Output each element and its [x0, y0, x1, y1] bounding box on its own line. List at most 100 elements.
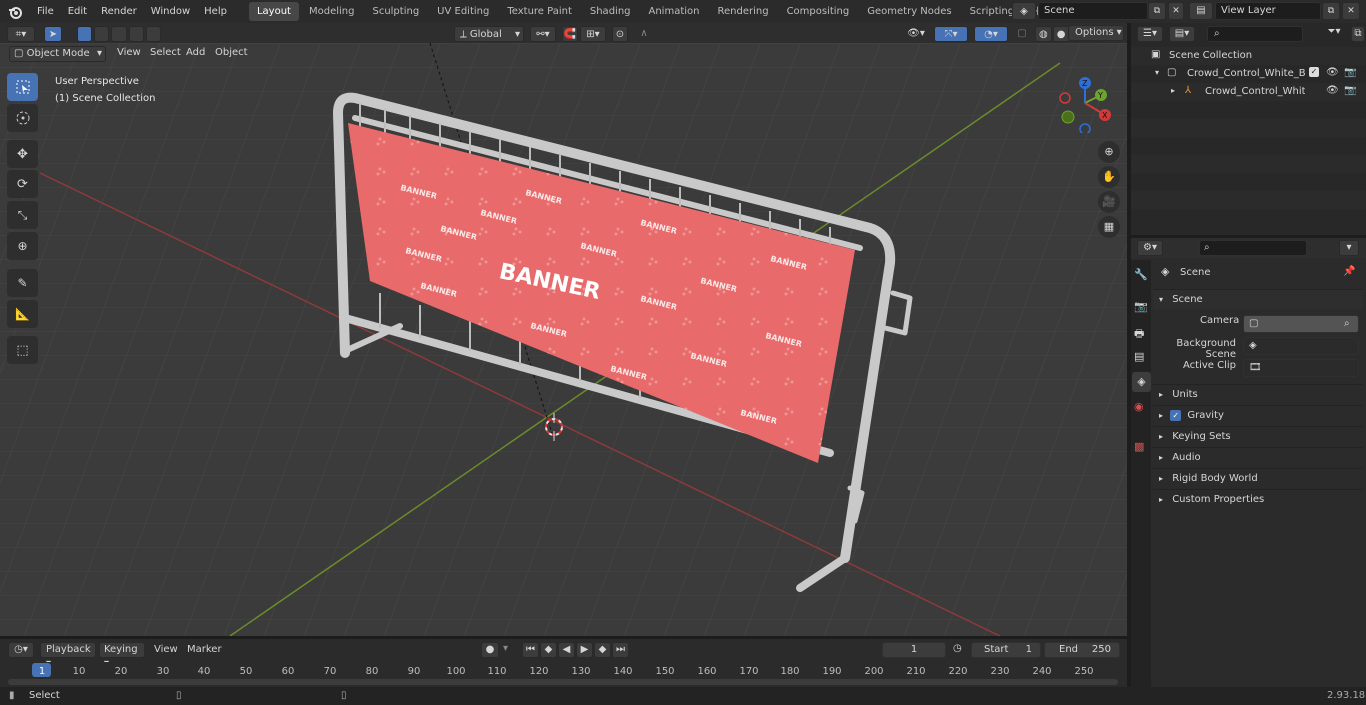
select-tool-icon[interactable]: ➤ — [44, 26, 62, 42]
camera-field[interactable]: ▢ ⌕ — [1243, 315, 1359, 333]
annotate-tool-icon[interactable]: ✎ — [7, 269, 38, 297]
output-tab-icon[interactable]: 🖶 — [1134, 325, 1144, 344]
play-reverse-icon[interactable]: ◀ — [558, 642, 575, 658]
scene-icon[interactable]: ◈ — [1012, 2, 1036, 20]
next-keyframe-icon[interactable]: ◆ — [594, 642, 611, 658]
object-mode-dropdown[interactable]: ▢ Object Mode ▾ — [9, 46, 106, 62]
texture-tab-icon[interactable]: ▩ — [1134, 440, 1144, 453]
tab-modeling[interactable]: Modeling — [301, 2, 363, 21]
render-tab-icon[interactable]: 📷 — [1134, 300, 1148, 313]
falloff-icon[interactable]: ∧ — [632, 26, 656, 42]
playback-dropdown[interactable]: Playback ▾ — [40, 642, 96, 669]
custom-properties-panel-header[interactable]: ▸ Custom Properties — [1153, 489, 1363, 509]
properties-options-icon[interactable]: ▾ — [1339, 240, 1359, 256]
proportional-edit-icon[interactable]: ⊙ — [612, 26, 628, 42]
options-dropdown[interactable]: Options ▾ — [1068, 25, 1124, 41]
select-box-tool-icon[interactable] — [7, 73, 38, 101]
transform-tool-icon[interactable]: ⊕ — [7, 232, 38, 260]
menu-file[interactable]: File — [30, 0, 61, 23]
filter-icon[interactable]: ⏷▾ — [1321, 26, 1347, 42]
snap-toggle-icon[interactable]: 🧲 — [562, 26, 578, 42]
include-checkbox-icon[interactable]: ✓ — [1309, 67, 1319, 77]
view-layer-tab-icon[interactable]: ▤ — [1134, 350, 1144, 363]
tab-texture-paint[interactable]: Texture Paint — [499, 2, 580, 21]
units-panel-header[interactable]: ▸ Units — [1153, 384, 1363, 404]
camera-render-icon[interactable]: 📷 — [1344, 85, 1356, 96]
rigid-body-world-panel-header[interactable]: ▸ Rigid Body World — [1153, 468, 1363, 488]
add-cube-tool-icon[interactable]: ⬚ — [7, 336, 38, 364]
transform-orientation-dropdown[interactable]: ⟂ Global ▾ — [454, 26, 524, 42]
select-extend-icon[interactable] — [94, 26, 110, 42]
measure-tool-icon[interactable]: 📐 — [7, 300, 38, 328]
pivot-point-icon[interactable]: ⚯▾ — [530, 26, 556, 42]
eyedropper-icon[interactable]: ⌕ — [1344, 318, 1350, 329]
close-scene-icon[interactable]: ✕ — [1168, 2, 1184, 20]
visibility-icon[interactable]: 👁▾ — [903, 26, 929, 42]
overlays-toggle-icon[interactable]: ◔▾ — [974, 26, 1008, 42]
tab-sculpting[interactable]: Sculpting — [364, 2, 427, 21]
menu-add[interactable]: Add — [186, 47, 205, 58]
pan-hand-icon[interactable]: ✋ — [1098, 166, 1120, 188]
outliner-row[interactable]: ▸ ⅄ Crowd_Control_White_Ba 👁 📷 — [1131, 83, 1366, 101]
ortho-toggle-icon[interactable]: ▦ — [1098, 216, 1120, 238]
rotate-tool-icon[interactable]: ⟳ — [7, 170, 38, 198]
active-clip-field[interactable]: 🎞 — [1243, 359, 1359, 377]
menu-select[interactable]: Select — [150, 47, 181, 58]
scene-panel-header[interactable]: ▾ Scene — [1153, 289, 1363, 309]
start-frame-field[interactable]: Start 1 — [971, 642, 1041, 658]
menu-window[interactable]: Window — [144, 0, 197, 23]
tool-tab-icon[interactable]: 🔧 — [1134, 268, 1148, 281]
view-layer-field[interactable]: View Layer — [1215, 2, 1321, 20]
timeline-menu-view[interactable]: View — [154, 644, 178, 655]
scene-name-field[interactable]: Scene — [1038, 2, 1148, 20]
outliner-editor-icon[interactable]: ☰▾ — [1137, 26, 1163, 42]
record-icon[interactable]: ● — [481, 642, 499, 658]
properties-search-input[interactable]: ⌕ — [1199, 240, 1307, 256]
scale-tool-icon[interactable]: ⤡ — [7, 201, 38, 229]
editor-type-icon[interactable]: ⌗▾ — [7, 26, 35, 42]
menu-view[interactable]: View — [117, 47, 141, 58]
outliner-root-row[interactable]: ▣ Scene Collection — [1131, 47, 1366, 65]
menu-help[interactable]: Help — [197, 0, 234, 23]
eye-icon[interactable]: 👁 — [1326, 85, 1339, 96]
new-collection-icon[interactable]: ⧉ — [1351, 26, 1365, 42]
camera-render-icon[interactable]: 📷 — [1344, 67, 1356, 78]
current-frame-field[interactable]: 1 — [882, 642, 946, 658]
tab-rendering[interactable]: Rendering — [709, 2, 776, 21]
select-subtract-icon[interactable] — [111, 26, 127, 42]
blender-logo-icon[interactable] — [0, 0, 30, 23]
tab-animation[interactable]: Animation — [641, 2, 708, 21]
eye-icon[interactable]: 👁 — [1326, 67, 1339, 78]
play-icon[interactable]: ▶ — [576, 642, 593, 658]
timeline-editor-icon[interactable]: ◷▾ — [8, 642, 34, 658]
clock-icon[interactable]: ◷ — [953, 643, 962, 654]
jump-end-icon[interactable]: ⏭ — [612, 642, 629, 658]
gizmo-toggle-icon[interactable]: ⤧▾ — [934, 26, 968, 42]
outliner-row[interactable]: ▾ ▢ Crowd_Control_White_Barrica ✓ 👁 📷 — [1131, 65, 1366, 83]
pin-icon[interactable]: 📌 — [1343, 266, 1355, 277]
expand-arrow-icon[interactable]: ▸ — [1171, 86, 1175, 95]
select-invert-icon[interactable] — [128, 26, 144, 42]
cursor-tool-icon[interactable] — [7, 104, 38, 132]
3d-viewport[interactable]: BANNER BANNER BANNER BANNER BANNER BANNE… — [0, 43, 1127, 636]
close-view-layer-icon[interactable]: ✕ — [1342, 2, 1360, 20]
tab-layout[interactable]: Layout — [248, 2, 299, 21]
timeline-scrollbar[interactable] — [8, 679, 1118, 685]
autokey-options-icon[interactable]: ▾ — [503, 643, 508, 654]
zoom-icon[interactable]: ⊕ — [1098, 141, 1120, 163]
new-view-layer-icon[interactable]: ⧉ — [1322, 2, 1340, 20]
camera-view-icon[interactable]: 🎥 — [1098, 191, 1120, 213]
gravity-panel-header[interactable]: ▸ ✓ Gravity — [1153, 405, 1363, 425]
timeline-menu-marker[interactable]: Marker — [187, 644, 222, 655]
keying-sets-panel-header[interactable]: ▸ Keying Sets — [1153, 426, 1363, 446]
menu-render[interactable]: Render — [94, 0, 144, 23]
background-scene-field[interactable]: ◈ — [1243, 337, 1359, 355]
tab-uv-editing[interactable]: UV Editing — [429, 2, 497, 21]
end-frame-field[interactable]: End 250 — [1044, 642, 1120, 658]
keying-dropdown[interactable]: Keying ▾ — [99, 642, 145, 669]
xray-icon[interactable]: ▢ — [1015, 26, 1029, 42]
tab-geometry-nodes[interactable]: Geometry Nodes — [859, 2, 959, 21]
display-mode-icon[interactable]: ▤▾ — [1169, 26, 1195, 42]
scene-tab-icon[interactable]: ◈ — [1132, 372, 1151, 392]
world-tab-icon[interactable]: ◉ — [1134, 400, 1144, 413]
